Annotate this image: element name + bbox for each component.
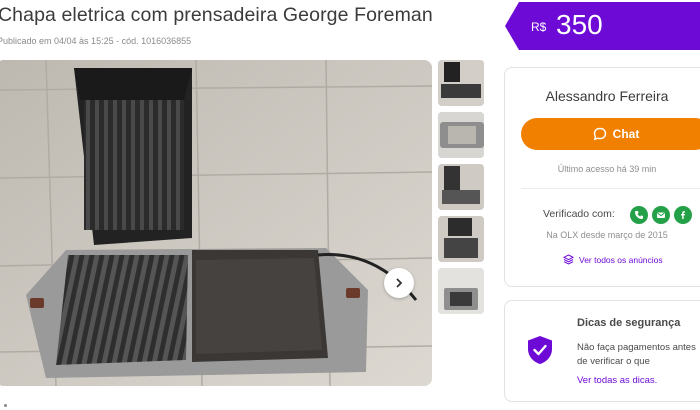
thumbnail[interactable] [438, 164, 484, 210]
thumbnail[interactable] [438, 268, 484, 314]
chat-icon [593, 127, 606, 141]
facebook-icon [674, 206, 692, 224]
thumbnail[interactable] [438, 216, 484, 262]
verified-icons [630, 206, 692, 224]
price-currency: R$ [531, 20, 547, 34]
safety-tips-card: Dicas de segurança Não faça pagamentos a… [504, 300, 700, 402]
email-icon [652, 206, 670, 224]
seller-name: Alessandro Ferreira [545, 88, 669, 104]
chat-button-label: Chat [612, 127, 640, 141]
chevron-right-icon [396, 278, 403, 288]
phone-icon [630, 206, 648, 224]
listing-meta: Publicado em 04/04 às 15:25 - cód. 10160… [0, 36, 192, 46]
chat-button[interactable]: Chat [521, 118, 700, 150]
price-tag: R$ 350 [505, 2, 700, 50]
last-access: Último acesso há 39 min [557, 164, 657, 174]
thumbnail[interactable] [438, 112, 484, 158]
safety-title: Dicas de segurança [577, 317, 681, 329]
layers-icon [563, 254, 574, 265]
see-all-ads-link[interactable]: Ver todos os anúncios [563, 254, 663, 265]
price-value: 350 [556, 9, 603, 40]
safety-text: Não faça pagamentos antes de verificar o… [577, 342, 696, 367]
verified-label: Verificado com: [543, 208, 615, 220]
listing-title: Chapa eletrica com prensadeira George Fo… [0, 4, 433, 26]
safety-all-tips-link[interactable]: Ver todas as dicas. [577, 375, 657, 386]
see-all-ads-label: Ver todos os anúncios [579, 254, 663, 265]
grill-photo [0, 60, 432, 386]
divider [521, 188, 700, 189]
member-since: Na OLX desde março de 2015 [546, 230, 668, 240]
seller-card: Alessandro Ferreira Chat Último acesso h… [504, 67, 700, 287]
page-bullet [4, 404, 7, 407]
thumbnail[interactable] [438, 60, 484, 106]
main-photo[interactable] [0, 60, 432, 386]
next-photo-button[interactable] [384, 268, 414, 298]
shield-check-icon [528, 336, 552, 364]
